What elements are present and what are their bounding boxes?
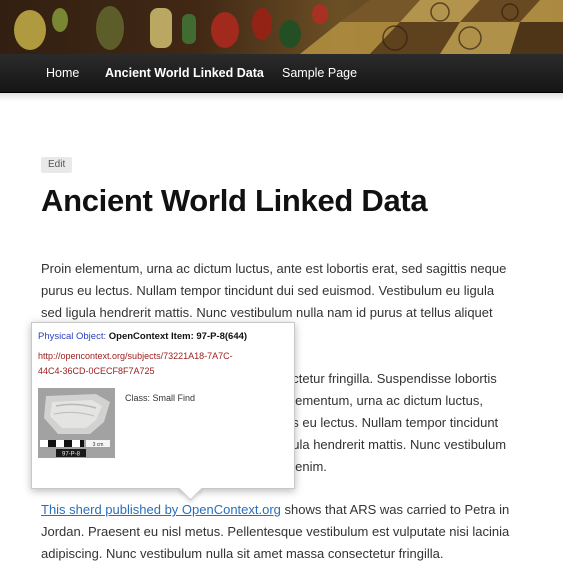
paragraph-line: sed ligula hendrerit mattis. Nunc vestib… xyxy=(41,305,493,320)
nav-item-sample-page[interactable]: Sample Page xyxy=(282,54,357,92)
object-url-line[interactable]: http://opencontext.org/subjects/73221A18… xyxy=(38,349,278,364)
main-navigation: Home Ancient World Linked Data Sample Pa… xyxy=(0,54,563,93)
paragraph-line: purus eu lectus. Nullam tempor tincidunt… xyxy=(41,283,495,298)
paragraph-line: gula hendrerit mattis. Nunc vestibulum xyxy=(285,437,507,452)
paragraph-2: ectetur fringilla. Suspendisse lobortis … xyxy=(285,368,545,478)
thumb-label: 97-P-8 xyxy=(62,452,81,458)
paragraph-line: adipiscing. Nunc vestibulum nulla sit am… xyxy=(41,546,444,561)
object-type-label: Physical Object: xyxy=(38,331,107,342)
scale-label: 3 cm xyxy=(93,442,104,448)
popup-pointer-arrow xyxy=(178,476,203,501)
object-title: OpenContext Item: 97-P-8(644) xyxy=(108,331,248,342)
nav-shadow xyxy=(0,93,563,101)
popup-header: Physical Object: OpenContext Item: 97-P-… xyxy=(38,331,247,342)
edit-button[interactable]: Edit xyxy=(41,157,73,173)
nav-item-home[interactable]: Home xyxy=(46,54,79,92)
paragraph-line: elementum, urna ac dictum luctus, xyxy=(285,393,483,408)
paragraph-line: Jordan. Praesent eu nisl metus. Pellente… xyxy=(41,524,510,539)
object-url[interactable]: http://opencontext.org/subjects/73221A18… xyxy=(38,349,278,379)
item-preview-popup: Physical Object: OpenContext Item: 97-P-… xyxy=(31,322,295,501)
header-banner-image xyxy=(0,0,563,54)
paragraph-line: Proin elementum, urna ac dictum luctus, … xyxy=(41,261,507,276)
nav-item-ancient-world-linked-data[interactable]: Ancient World Linked Data xyxy=(105,54,264,92)
opencontext-sherd-link[interactable]: This sherd published by OpenContext.org xyxy=(41,502,281,517)
paragraph-1: Proin elementum, urna ac dictum luctus, … xyxy=(41,258,541,324)
paragraph-line: This sherd published by OpenContext.org … xyxy=(41,499,541,521)
paragraph-line: us eu lectus. Nullam tempor tincidunt xyxy=(285,415,499,430)
paragraph-3: This sherd published by OpenContext.org … xyxy=(41,499,541,565)
page-title: Ancient World Linked Data xyxy=(41,183,428,218)
paragraph-text: shows that ARS was carried to Petra in xyxy=(280,502,510,517)
object-url-line[interactable]: 44C4-36CD-0CECF8F7A725 xyxy=(38,364,278,379)
object-class: Class: Small Find xyxy=(125,393,196,403)
sherd-thumbnail-image: 3 cm 97-P-8 xyxy=(38,388,115,458)
paragraph-line: ectetur fringilla. Suspendisse lobortis xyxy=(285,371,497,386)
paragraph-line: c enim. xyxy=(285,459,327,474)
